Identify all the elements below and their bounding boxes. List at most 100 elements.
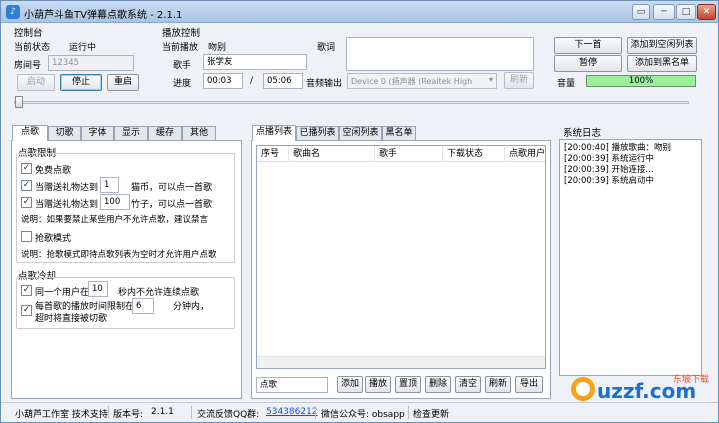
same-user-suffix: 秒内不允许连续点歌 (118, 288, 200, 298)
time-limit-note: 超时将直接被切歌 (35, 314, 108, 324)
gift-cat-suffix: 猫币，可以点一首歌 (131, 183, 213, 193)
gift-bamboo-suffix: 竹子，可以点一首歌 (131, 200, 213, 210)
song-table[interactable]: 序号 歌曲名 歌手 下载状态 点歌用户 (256, 145, 546, 369)
refresh-list-button[interactable]: 刷新 (485, 376, 511, 393)
audio-output-label: 音频输出 (306, 79, 343, 89)
progress-current[interactable]: 00:03 (203, 73, 243, 89)
export-list-button[interactable]: 导出 (515, 376, 543, 393)
log-line: [20:00:39] 开始连接... (564, 165, 654, 175)
same-user-input[interactable]: 10 (88, 281, 108, 297)
add-to-idle-button[interactable]: 添加到空闲列表 (627, 37, 697, 54)
same-user-label: 同一个用户在 (35, 288, 90, 298)
status-divider (191, 406, 192, 419)
singer-label: 歌手 (173, 61, 192, 71)
tab-idle-list[interactable]: 空闲列表 (339, 126, 382, 141)
col-singer[interactable]: 歌手 (375, 146, 443, 162)
same-user-checkbox[interactable]: ✓ (21, 285, 32, 296)
seek-slider-thumb[interactable] (15, 96, 23, 108)
tab-skip[interactable]: 切歌 (48, 126, 81, 141)
qq-group-link[interactable]: 534386212 (266, 407, 318, 417)
tab-other[interactable]: 其他 (182, 126, 216, 141)
log-line: [20:00:39] 系统启动中 (564, 176, 655, 186)
tab-request[interactable]: 点歌 (12, 125, 48, 141)
grab-mode-note: 说明：抢歌模式即待点歌列表为空时才允许用户点歌 (21, 250, 217, 260)
restart-button[interactable]: 重启 (107, 74, 139, 91)
tab-font[interactable]: 字体 (81, 126, 114, 141)
gift-cat-checkbox[interactable]: ✓ (21, 180, 32, 191)
state-label: 当前状态 (14, 43, 51, 53)
next-song-button[interactable]: 下一首 (554, 37, 622, 54)
log-line: [20:00:40] 播放歌曲：吻别 (564, 143, 672, 153)
grab-mode-checkbox[interactable] (21, 231, 32, 242)
version-label: 版本号: (113, 410, 144, 420)
refresh-audio-button[interactable]: 刷新 (504, 72, 534, 89)
play-song-button[interactable]: 播放 (365, 376, 391, 393)
progress-label: 进度 (173, 79, 192, 89)
room-input[interactable]: 12345 (48, 55, 134, 71)
studio-label: 小葫芦工作室 技术支持 (15, 410, 108, 420)
lyrics-label: 歌词 (317, 43, 336, 53)
system-log: [20:00:40] 播放歌曲：吻别 [20:00:39] 系统运行中 [20:… (559, 139, 702, 376)
state-value: 运行中 (69, 43, 97, 53)
check-update-button[interactable]: 检查更新 (413, 407, 449, 420)
col-user[interactable]: 点歌用户 (505, 146, 545, 162)
title-bar: ♪ 小葫芦斗鱼TV弹幕点歌系统 - 2.1.1 ▭ ─ □ ✕ (1, 1, 718, 23)
gift-cat-label: 当赠送礼物达到 (35, 183, 99, 193)
add-to-blacklist-button[interactable]: 添加到黑名单 (627, 55, 697, 72)
seek-slider[interactable] (14, 101, 689, 104)
delete-song-button[interactable]: 删除 (425, 376, 451, 393)
tab-blacklist[interactable]: 黑名单 (382, 126, 416, 141)
time-limit-input[interactable]: 6 (132, 298, 154, 314)
song-table-header: 序号 歌曲名 歌手 下载状态 点歌用户 (257, 146, 545, 162)
qq-label: 交流反馈QQ群: (197, 410, 260, 420)
current-label: 当前播放 (162, 43, 199, 53)
log-title: 系统日志 (563, 128, 602, 139)
watermark-subtext: 东坡下载 (673, 373, 709, 385)
minimize-button[interactable]: ─ (653, 4, 675, 20)
wechat-label: 微信公众号: obsapp (321, 410, 405, 420)
clear-list-button[interactable]: 清空 (455, 376, 481, 393)
gift-bamboo-checkbox[interactable]: ✓ (21, 197, 32, 208)
current-value: 吻别 (208, 43, 227, 53)
tab-display[interactable]: 显示 (114, 126, 148, 141)
room-label: 房间号 (14, 61, 42, 71)
volume-label: 音量 (557, 79, 576, 89)
maximize-button[interactable]: □ (676, 4, 696, 20)
start-button[interactable]: 启动 (17, 74, 55, 91)
watermark-logo: uzzf.com 东坡下载 (571, 373, 709, 403)
time-limit-suffix: 分钟内， (173, 302, 210, 312)
col-song[interactable]: 歌曲名 (289, 146, 375, 162)
progress-separator: / (250, 76, 254, 86)
status-divider (315, 406, 316, 419)
status-divider (408, 406, 409, 419)
col-index[interactable]: 序号 (257, 146, 289, 162)
add-song-button[interactable]: 添加 (337, 376, 363, 393)
pause-button[interactable]: 暂停 (554, 55, 622, 72)
song-table-scrollbar[interactable] (257, 356, 545, 368)
time-limit-checkbox[interactable]: ✓ (21, 305, 32, 316)
play-title: 播放控制 (162, 28, 201, 39)
restore-window-button[interactable]: ▭ (632, 4, 650, 20)
control-title: 控制台 (14, 28, 43, 39)
progress-total[interactable]: 05:06 (263, 73, 303, 89)
stop-button[interactable]: 停止 (60, 74, 102, 91)
audio-output-value: Device 0 (扬声器 (Realtek High (351, 77, 473, 86)
pin-top-button[interactable]: 置顶 (395, 376, 421, 393)
gift-cat-input[interactable]: 1 (100, 177, 119, 193)
free-request-label: 免费点歌 (35, 166, 72, 176)
close-button[interactable]: ✕ (697, 4, 716, 20)
version-value: 2.1.1 (151, 407, 174, 417)
tab-played-list[interactable]: 已播列表 (296, 126, 339, 141)
audio-output-select[interactable]: Device 0 (扬声器 (Realtek High ▾ (347, 73, 497, 89)
song-search-input[interactable]: 点歌 (256, 377, 328, 393)
tab-cache[interactable]: 缓存 (148, 126, 182, 141)
volume-bar[interactable]: 100% (586, 75, 696, 87)
col-download[interactable]: 下载状态 (443, 146, 505, 162)
limits-note: 说明：如果要禁止某些用户不允许点歌，建议禁言 (21, 215, 209, 225)
singer-field[interactable]: 张学友 (203, 54, 307, 70)
lyrics-box (346, 37, 534, 71)
tab-request-list[interactable]: 点播列表 (252, 125, 296, 141)
free-request-checkbox[interactable]: ✓ (21, 163, 32, 174)
app-icon: ♪ (6, 5, 20, 19)
gift-bamboo-input[interactable]: 100 (100, 194, 130, 210)
